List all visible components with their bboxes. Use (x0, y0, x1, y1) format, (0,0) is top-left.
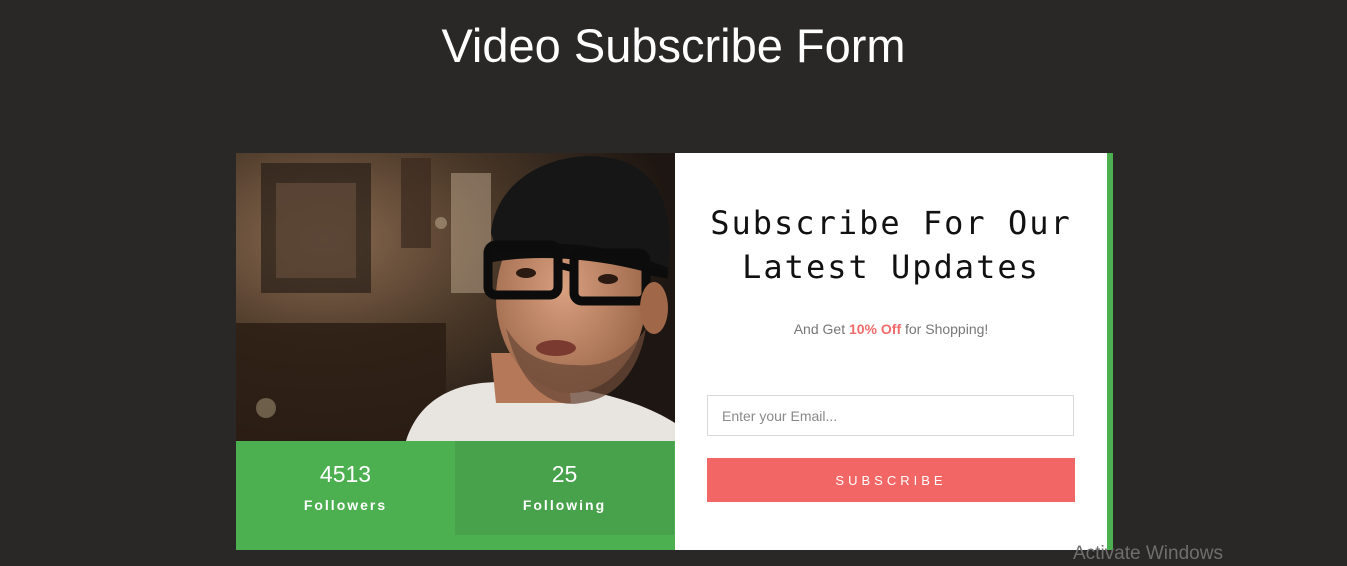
followers-stat[interactable]: 4513 Followers (236, 441, 455, 535)
followers-label: Followers (303, 497, 388, 513)
following-count: 25 (551, 461, 578, 487)
video-frame-image (236, 153, 675, 441)
page-title: Video Subscribe Form (441, 19, 906, 72)
offer-discount: 10% Off (848, 321, 902, 337)
offer-prefix: And Get (793, 321, 849, 337)
form-heading: Subscribe For Our Latest Updates (675, 201, 1107, 289)
offer-suffix: for Shopping! (901, 321, 989, 337)
subscribe-card: 4513 Followers 25 Following Subscribe Fo… (236, 153, 1113, 550)
following-stat[interactable]: 25 Following (455, 441, 674, 535)
windows-activation-watermark: Activate Windows (1073, 543, 1223, 564)
following-label: Following (522, 497, 607, 513)
offer-text: And Get 10% Off for Shopping! (675, 321, 1107, 337)
form-heading-line2: Latest Updates (742, 248, 1040, 286)
form-heading-line1: Subscribe For Our (710, 204, 1072, 242)
followers-count: 4513 (319, 461, 372, 487)
subscribe-form: Subscribe For Our Latest Updates And Get… (675, 153, 1113, 550)
email-input[interactable] (707, 395, 1074, 436)
video-thumbnail[interactable] (236, 153, 675, 441)
subscribe-button[interactable]: SUBSCRIBE (707, 458, 1075, 502)
stats-bar: 4513 Followers 25 Following (236, 441, 675, 550)
